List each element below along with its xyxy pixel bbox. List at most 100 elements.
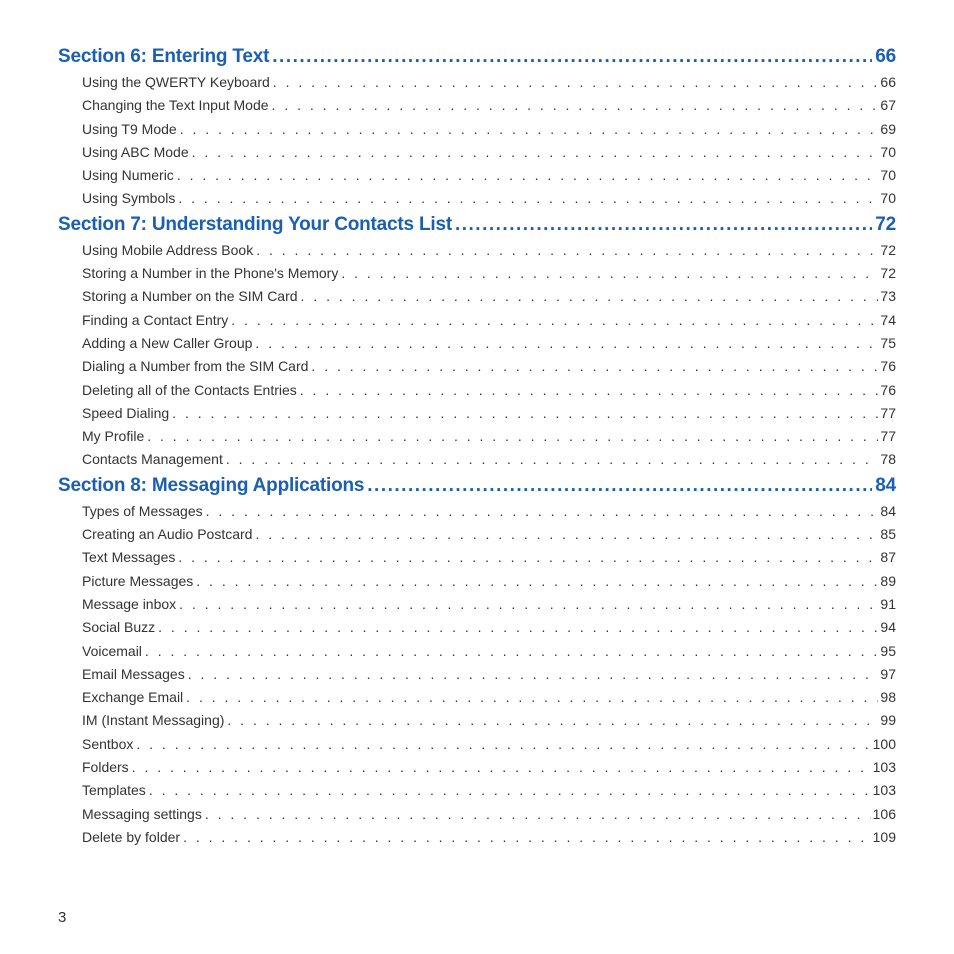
toc-entry[interactable]: Sentbox . . . . . . . . . . . . . . . . … (82, 736, 896, 752)
entry-page: 72 (878, 242, 896, 258)
toc-entry[interactable]: Creating an Audio Postcard . . . . . . .… (82, 526, 896, 542)
leader-dots: . . . . . . . . . . . . . . . . . . . . … (188, 666, 879, 682)
toc-entry[interactable]: Folders . . . . . . . . . . . . . . . . … (82, 759, 896, 775)
toc-entry[interactable]: Voicemail . . . . . . . . . . . . . . . … (82, 643, 896, 659)
entry-page: 91 (878, 596, 896, 612)
entry-title: Email Messages (82, 666, 188, 682)
leader-dots: . . . . . . . . . . . . . . . . . . . . … (132, 759, 871, 775)
leader-dots: . . . . . . . . . . . . . . . . . . . . … (227, 712, 878, 728)
toc-entry[interactable]: Exchange Email . . . . . . . . . . . . .… (82, 689, 896, 705)
entry-title: Message inbox (82, 596, 179, 612)
entry-title: Speed Dialing (82, 405, 172, 421)
toc-entry[interactable]: Messaging settings . . . . . . . . . . .… (82, 806, 896, 822)
section-title: Section 7: Understanding Your Contacts L… (58, 214, 452, 236)
leader-dots: . . . . . . . . . . . . . . . . . . . . … (301, 288, 879, 304)
leader-dots: . . . . . . . . . . . . . . . . . . . . … (311, 358, 878, 374)
toc-entry[interactable]: Finding a Contact Entry . . . . . . . . … (82, 312, 896, 328)
leader-dots: . . . . . . . . . . . . . . . . . . . . … (180, 121, 879, 137)
toc-entry[interactable]: Changing the Text Input Mode . . . . . .… (82, 97, 896, 113)
toc-entry[interactable]: Using Numeric . . . . . . . . . . . . . … (82, 167, 896, 183)
toc-entry[interactable]: Text Messages . . . . . . . . . . . . . … (82, 549, 896, 565)
entry-page: 75 (878, 335, 896, 351)
leader-dots: . . . . . . . . . . . . . . . . . . . . … (231, 312, 878, 328)
entry-page: 67 (878, 97, 896, 113)
toc-entry[interactable]: Email Messages . . . . . . . . . . . . .… (82, 666, 896, 682)
toc-entry[interactable]: My Profile . . . . . . . . . . . . . . .… (82, 428, 896, 444)
leader-dots: . . . . . . . . . . . . . . . . . . . . … (255, 526, 878, 542)
section-heading[interactable]: Section 6: Entering Text ...............… (58, 46, 896, 68)
entry-title: Using ABC Mode (82, 144, 192, 160)
toc-entry[interactable]: Storing a Number on the SIM Card . . . .… (82, 288, 896, 304)
toc-entry[interactable]: Deleting all of the Contacts Entries . .… (82, 382, 896, 398)
toc-entry[interactable]: Adding a New Caller Group . . . . . . . … (82, 335, 896, 351)
leader-dots: . . . . . . . . . . . . . . . . . . . . … (341, 265, 878, 281)
entry-page: 70 (878, 144, 896, 160)
entry-page: 95 (878, 643, 896, 659)
toc-entry[interactable]: Storing a Number in the Phone's Memory .… (82, 265, 896, 281)
entry-page: 97 (878, 666, 896, 682)
entry-page: 74 (878, 312, 896, 328)
entry-title: Sentbox (82, 736, 136, 752)
entry-page: 94 (878, 619, 896, 635)
entry-page: 69 (878, 121, 896, 137)
entry-page: 85 (878, 526, 896, 542)
entry-page: 78 (878, 451, 896, 467)
entry-title: Exchange Email (82, 689, 186, 705)
leader-dots: . . . . . . . . . . . . . . . . . . . . … (186, 689, 878, 705)
toc-entry[interactable]: Types of Messages . . . . . . . . . . . … (82, 503, 896, 519)
toc-entry[interactable]: Delete by folder . . . . . . . . . . . .… (82, 829, 896, 845)
leader-dots: . . . . . . . . . . . . . . . . . . . . … (255, 335, 878, 351)
toc-entry[interactable]: Picture Messages . . . . . . . . . . . .… (82, 573, 896, 589)
entry-page: 106 (871, 806, 896, 822)
section-title: Section 6: Entering Text (58, 46, 269, 68)
entry-page: 100 (871, 736, 896, 752)
entry-title: Using T9 Mode (82, 121, 180, 137)
entry-page: 66 (878, 74, 896, 90)
leader-dots: . . . . . . . . . . . . . . . . . . . . … (272, 97, 879, 113)
entry-title: Using Symbols (82, 190, 178, 206)
section-heading[interactable]: Section 7: Understanding Your Contacts L… (58, 214, 896, 236)
leader-dots: . . . . . . . . . . . . . . . . . . . . … (226, 451, 879, 467)
leader-dots: . . . . . . . . . . . . . . . . . . . . … (145, 643, 879, 659)
entry-title: Storing a Number in the Phone's Memory (82, 265, 341, 281)
entry-title: Using Numeric (82, 167, 177, 183)
toc-entry[interactable]: Templates . . . . . . . . . . . . . . . … (82, 782, 896, 798)
entry-page: 87 (878, 549, 896, 565)
leader-dots: ........................................… (367, 475, 872, 497)
entry-title: Creating an Audio Postcard (82, 526, 255, 542)
entry-title: Dialing a Number from the SIM Card (82, 358, 311, 374)
entry-page: 77 (878, 405, 896, 421)
toc-entry[interactable]: Speed Dialing . . . . . . . . . . . . . … (82, 405, 896, 421)
entry-title: My Profile (82, 428, 147, 444)
leader-dots: . . . . . . . . . . . . . . . . . . . . … (205, 806, 871, 822)
entry-title: Using the QWERTY Keyboard (82, 74, 273, 90)
entry-page: 103 (871, 759, 896, 775)
toc-entry[interactable]: IM (Instant Messaging) . . . . . . . . .… (82, 712, 896, 728)
toc-entry[interactable]: Message inbox . . . . . . . . . . . . . … (82, 596, 896, 612)
leader-dots: . . . . . . . . . . . . . . . . . . . . … (172, 405, 878, 421)
entry-page: 70 (878, 190, 896, 206)
toc-entry[interactable]: Using the QWERTY Keyboard . . . . . . . … (82, 74, 896, 90)
entry-page: 98 (878, 689, 896, 705)
entry-page: 103 (871, 782, 896, 798)
leader-dots: . . . . . . . . . . . . . . . . . . . . … (149, 782, 871, 798)
section-heading[interactable]: Section 8: Messaging Applications ......… (58, 475, 896, 497)
toc-entry[interactable]: Contacts Management . . . . . . . . . . … (82, 451, 896, 467)
entry-page: 73 (878, 288, 896, 304)
toc-entry[interactable]: Using T9 Mode . . . . . . . . . . . . . … (82, 121, 896, 137)
toc-entry[interactable]: Dialing a Number from the SIM Card . . .… (82, 358, 896, 374)
entry-title: Text Messages (82, 549, 178, 565)
toc-entry[interactable]: Using Mobile Address Book . . . . . . . … (82, 242, 896, 258)
entry-title: Changing the Text Input Mode (82, 97, 272, 113)
entry-page: 70 (878, 167, 896, 183)
page-number: 3 (58, 909, 66, 926)
entry-title: Messaging settings (82, 806, 205, 822)
table-of-contents: Section 6: Entering Text ...............… (58, 46, 896, 845)
entry-title: Folders (82, 759, 132, 775)
toc-entry[interactable]: Social Buzz . . . . . . . . . . . . . . … (82, 619, 896, 635)
entry-title: Contacts Management (82, 451, 226, 467)
toc-entry[interactable]: Using ABC Mode . . . . . . . . . . . . .… (82, 144, 896, 160)
toc-entry[interactable]: Using Symbols . . . . . . . . . . . . . … (82, 190, 896, 206)
leader-dots: . . . . . . . . . . . . . . . . . . . . … (256, 242, 878, 258)
entry-page: 76 (878, 382, 896, 398)
